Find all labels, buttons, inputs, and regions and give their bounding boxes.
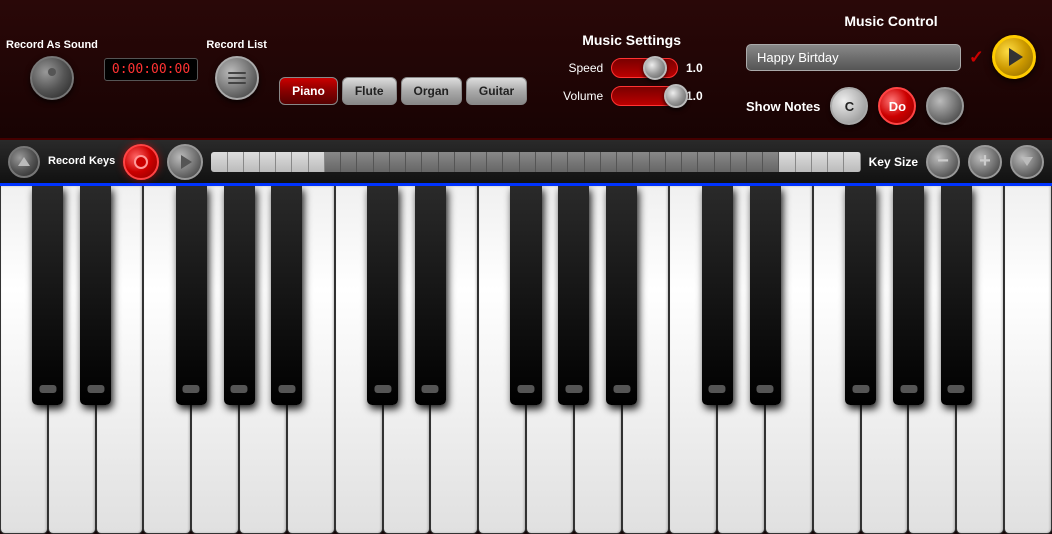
piano-button[interactable]: Piano <box>279 77 338 105</box>
note-do-button[interactable]: Do <box>878 87 916 125</box>
black-key-oct2-pos0[interactable] <box>702 186 733 405</box>
piano-scroll-indicator[interactable] <box>211 152 860 172</box>
music-control-section: Music Control Happy Birtday ✓ Show Notes… <box>736 7 1046 131</box>
note-c-button[interactable]: C <box>830 87 868 125</box>
play-button[interactable] <box>167 144 203 180</box>
music-settings-section: Music Settings Speed 1.0 Volume 1.0 <box>533 24 730 114</box>
speed-slider[interactable] <box>611 58 678 78</box>
black-key-oct1-pos1[interactable] <box>415 186 446 405</box>
key-size-label: Key Size <box>869 155 918 169</box>
black-key-oct1-pos0[interactable] <box>367 186 398 405</box>
volume-label: Volume <box>553 89 603 103</box>
piano-keyboard[interactable] <box>0 186 1052 534</box>
speed-value: 1.0 <box>686 61 710 75</box>
key-size-increase-button[interactable]: + <box>968 145 1002 179</box>
black-key-oct1-pos4[interactable] <box>558 186 589 405</box>
black-key-oct2-pos1[interactable] <box>750 186 781 405</box>
timer-display: 0:00:00:00 <box>104 58 198 81</box>
volume-value: 1.0 <box>686 89 710 103</box>
organ-button[interactable]: Organ <box>401 77 462 105</box>
volume-slider[interactable] <box>611 86 678 106</box>
record-sound-knob[interactable] <box>30 56 74 100</box>
black-key-oct0-pos4[interactable] <box>224 186 255 405</box>
record-keys-label: Record Keys <box>48 154 115 168</box>
record-list-button[interactable] <box>215 56 259 100</box>
white-key-21[interactable] <box>1004 186 1052 534</box>
black-key-oct0-pos5[interactable] <box>271 186 302 405</box>
song-dropdown[interactable]: Happy Birtday <box>746 44 961 71</box>
black-key-oct2-pos3[interactable] <box>845 186 876 405</box>
black-key-oct0-pos0[interactable] <box>32 186 63 405</box>
record-as-sound-section: Record As Sound <box>6 38 98 99</box>
speed-label: Speed <box>553 61 603 75</box>
record-keys-bar: Record Keys <box>0 140 1052 186</box>
play-large-button[interactable] <box>992 35 1036 79</box>
checkmark-icon: ✓ <box>969 47 984 68</box>
black-key-oct0-pos1[interactable] <box>80 186 111 405</box>
show-notes-label: Show Notes <box>746 99 820 114</box>
guitar-button[interactable]: Guitar <box>466 77 527 105</box>
music-control-title: Music Control <box>746 13 1036 29</box>
key-size-decrease-button[interactable]: − <box>926 145 960 179</box>
black-key-oct1-pos5[interactable] <box>606 186 637 405</box>
record-button[interactable] <box>123 144 159 180</box>
instrument-group: Piano Flute Organ Guitar <box>279 33 527 105</box>
flute-button[interactable]: Flute <box>342 77 397 105</box>
black-key-oct0-pos3[interactable] <box>176 186 207 405</box>
music-settings-title: Music Settings <box>582 32 681 48</box>
record-as-sound-label: Record As Sound <box>6 38 98 52</box>
black-key-oct1-pos3[interactable] <box>510 186 541 405</box>
black-key-oct2-pos4[interactable] <box>893 186 924 405</box>
record-list-section: Record List <box>204 38 269 99</box>
black-key-oct2-pos5[interactable] <box>941 186 972 405</box>
notes-knob[interactable] <box>926 87 964 125</box>
scroll-up-button[interactable] <box>8 146 40 178</box>
record-list-label: Record List <box>206 38 267 52</box>
scroll-down-button[interactable] <box>1010 145 1044 179</box>
